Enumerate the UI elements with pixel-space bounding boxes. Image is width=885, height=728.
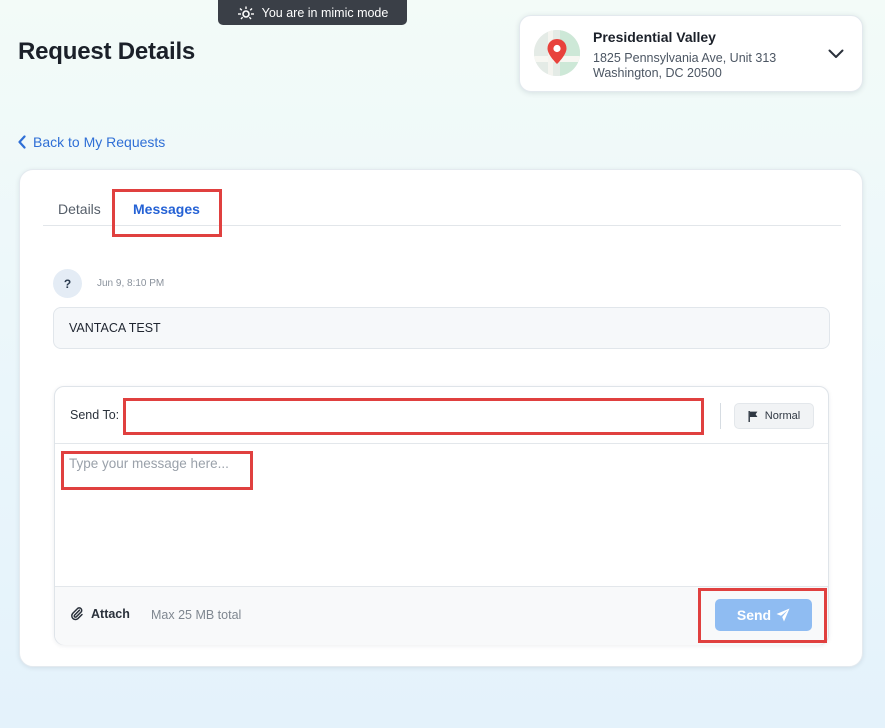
send-to-input[interactable] — [127, 401, 697, 429]
tab-messages[interactable]: Messages — [133, 201, 200, 217]
map-pin-icon — [534, 30, 580, 76]
mimic-mode-banner: You are in mimic mode — [218, 0, 407, 25]
message-timestamp: Jun 9, 8:10 PM — [97, 278, 165, 289]
back-link-label: Back to My Requests — [33, 134, 166, 150]
property-address-line2: Washington, DC 20500 — [593, 66, 722, 80]
property-selector[interactable]: Presidential Valley 1825 Pennsylvania Av… — [519, 15, 863, 92]
chevron-down-icon — [828, 49, 844, 58]
max-size-note: Max 25 MB total — [151, 608, 242, 622]
send-to-label: Send To: — [70, 408, 120, 422]
paper-plane-icon — [776, 608, 790, 622]
priority-label: Normal — [764, 410, 801, 422]
send-to-row: Send To: Normal — [55, 387, 828, 444]
attach-button[interactable]: Attach — [70, 607, 130, 621]
chevron-left-icon — [18, 135, 26, 149]
page-title: Request Details — [18, 38, 196, 65]
property-thumbnail — [534, 30, 580, 76]
tab-bar: Details Messages — [43, 190, 841, 226]
message-area — [55, 444, 828, 586]
attach-label: Attach — [91, 607, 130, 621]
back-to-requests-link[interactable]: Back to My Requests — [17, 134, 165, 150]
request-card: Details Messages ? Jun 9, 8:10 PM VANTAC… — [19, 169, 863, 667]
mimic-mode-text: You are in mimic mode — [261, 5, 389, 20]
composer-footer: Attach Max 25 MB total Send — [55, 586, 828, 645]
tab-details[interactable]: Details — [58, 201, 101, 217]
paperclip-icon — [71, 607, 83, 621]
property-name: Presidential Valley — [593, 29, 716, 45]
avatar: ? — [53, 269, 82, 298]
property-address-line1: 1825 Pennsylvania Ave, Unit 313 — [593, 51, 777, 65]
mimic-mode-icon — [237, 6, 254, 19]
property-dropdown-toggle[interactable] — [826, 44, 846, 64]
flag-icon — [748, 410, 758, 422]
send-label: Send — [736, 607, 772, 623]
priority-button[interactable]: Normal — [734, 403, 814, 429]
divider — [720, 403, 721, 429]
message-input[interactable] — [69, 456, 809, 574]
message-bubble: VANTACA TEST — [53, 307, 830, 349]
message-text: VANTACA TEST — [69, 321, 161, 335]
message-composer: Send To: Normal Attach M — [54, 386, 829, 645]
send-button[interactable]: Send — [715, 599, 812, 631]
